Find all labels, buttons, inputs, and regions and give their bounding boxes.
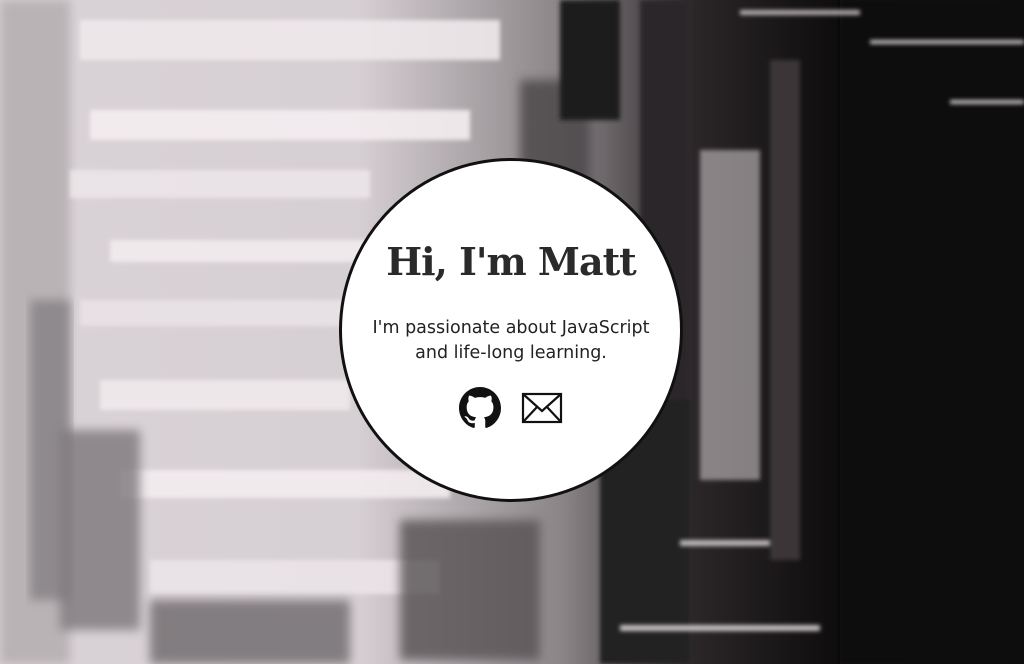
email-link[interactable] [521,387,563,429]
tagline: I'm passionate about JavaScript and life… [342,316,680,366]
envelope-icon [521,392,563,424]
github-link[interactable] [459,387,501,429]
tagline-line-2: and life-long learning. [415,343,607,363]
intro-card: Hi, I'm Matt I'm passionate about JavaSc… [339,158,683,502]
tagline-line-1: I'm passionate about JavaScript [372,318,650,338]
page-title: Hi, I'm Matt [386,239,636,284]
social-links [342,387,680,429]
github-icon [459,387,501,428]
